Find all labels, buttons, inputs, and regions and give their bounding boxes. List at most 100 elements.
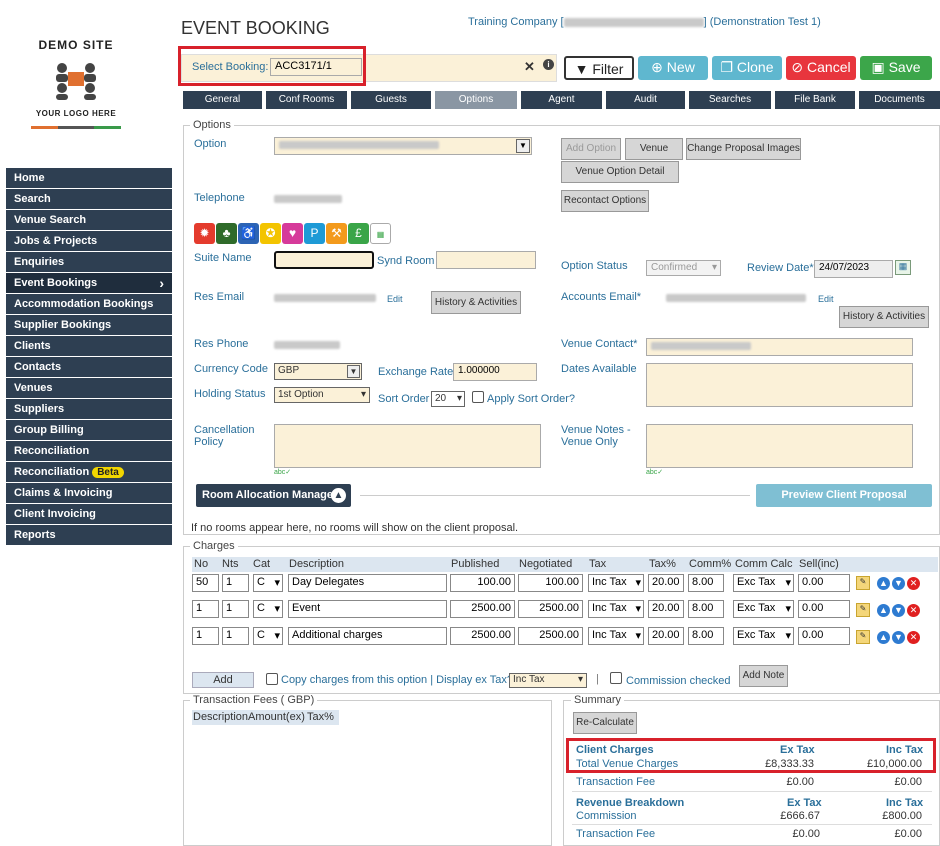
new-button[interactable]: ⊕ New <box>638 56 708 80</box>
move-down-icon[interactable]: ▼ <box>892 577 905 590</box>
venue-notes-textarea[interactable] <box>646 424 913 468</box>
tab-documents[interactable]: Documents <box>859 91 940 109</box>
spellcheck-icon[interactable]: abc✓ <box>274 468 291 476</box>
no-input[interactable]: 50 <box>192 574 219 592</box>
tab-agent[interactable]: Agent <box>521 91 602 109</box>
nts-input[interactable]: 1 <box>222 627 249 645</box>
sidebar-item-accommodation-bookings[interactable]: Accommodation Bookings <box>6 294 172 314</box>
tab-audit[interactable]: Audit <box>606 91 685 109</box>
comm-calc-select[interactable]: Exc Tax ▾ <box>733 600 794 618</box>
cat-select[interactable]: C ▾ <box>253 600 283 618</box>
currency-code-select[interactable]: GBP ▼ <box>274 363 362 380</box>
note-icon[interactable]: ✎ <box>856 630 870 644</box>
sidebar-item-supplier-bookings[interactable]: Supplier Bookings <box>6 315 172 335</box>
select-booking-input[interactable]: ACC3171/1 <box>270 58 362 76</box>
option-status-select[interactable]: Confirmed ▾ <box>646 260 721 276</box>
negotiated-input[interactable]: 2500.00 <box>518 600 583 618</box>
comm-calc-select[interactable]: Exc Tax ▾ <box>733 627 794 645</box>
move-up-icon[interactable]: ▲ <box>877 631 890 644</box>
move-up-icon[interactable]: ▲ <box>877 604 890 617</box>
tax-select[interactable]: Inc Tax ▾ <box>588 574 644 592</box>
history-activities-button-2[interactable]: History & Activities <box>839 306 929 328</box>
recalculate-button[interactable]: Re-Calculate <box>573 712 637 734</box>
holding-status-select[interactable]: 1st Option ▾ <box>274 387 370 403</box>
add-charge-button[interactable]: Add <box>192 672 254 688</box>
note-icon[interactable]: ✎ <box>856 603 870 617</box>
sidebar-item-reconciliation-beta[interactable]: Reconciliation Beta <box>6 462 172 482</box>
sidebar-item-jobs-projects[interactable]: Jobs & Projects <box>6 231 172 251</box>
sidebar-item-venues[interactable]: Venues <box>6 378 172 398</box>
venue-option-detail-button[interactable]: Venue Option Detail <box>561 161 679 183</box>
tab-file-bank[interactable]: File Bank <box>775 91 855 109</box>
negotiated-input[interactable]: 100.00 <box>518 574 583 592</box>
delete-icon[interactable]: ✕ <box>907 631 920 644</box>
clear-icon[interactable]: ✕ <box>524 59 535 75</box>
cancel-button[interactable]: ⊘ Cancel <box>786 56 856 80</box>
add-note-button[interactable]: Add Note <box>739 665 788 687</box>
sort-order-select[interactable]: 20 ▾ <box>431 391 465 407</box>
note-icon[interactable]: ✎ <box>856 576 870 590</box>
negotiated-input[interactable]: 2500.00 <box>518 627 583 645</box>
suite-name-input[interactable] <box>274 251 374 269</box>
delete-icon[interactable]: ✕ <box>907 577 920 590</box>
display-ex-tax-select[interactable]: Inc Tax ▾ <box>509 673 587 688</box>
calendar-icon[interactable]: ▦ <box>895 260 911 275</box>
delete-icon[interactable]: ✕ <box>907 604 920 617</box>
tab-searches[interactable]: Searches <box>689 91 771 109</box>
spellcheck-icon-2[interactable]: abc✓ <box>646 468 663 476</box>
recontact-options-button[interactable]: Recontact Options <box>561 190 649 212</box>
sidebar-item-enquiries[interactable]: Enquiries <box>6 252 172 272</box>
tax-select[interactable]: Inc Tax ▾ <box>588 627 644 645</box>
cat-select[interactable]: C ▾ <box>253 574 283 592</box>
description-input[interactable]: Additional charges <box>288 627 447 645</box>
published-input[interactable]: 100.00 <box>450 574 515 592</box>
move-up-icon[interactable]: ▲ <box>877 577 890 590</box>
sidebar-item-home[interactable]: Home <box>6 168 172 188</box>
tax-select[interactable]: Inc Tax ▾ <box>588 600 644 618</box>
sidebar-item-suppliers[interactable]: Suppliers <box>6 399 172 419</box>
save-button[interactable]: ▣ Save <box>860 56 932 80</box>
sidebar-item-reconciliation[interactable]: Reconciliation <box>6 441 172 461</box>
comm-input[interactable]: 8.00 <box>688 627 724 645</box>
tab-options[interactable]: Options <box>435 91 517 109</box>
sell-input[interactable]: 0.00 <box>798 600 850 618</box>
accounts-email-edit-link[interactable]: Edit <box>818 294 834 304</box>
description-input[interactable]: Day Delegates <box>288 574 447 592</box>
venue-contact-input[interactable] <box>646 338 913 356</box>
sell-input[interactable]: 0.00 <box>798 627 850 645</box>
move-down-icon[interactable]: ▼ <box>892 604 905 617</box>
change-proposal-images-button[interactable]: Change Proposal Images <box>686 138 801 160</box>
move-down-icon[interactable]: ▼ <box>892 631 905 644</box>
option-select[interactable]: ▼ <box>274 137 532 155</box>
sell-input[interactable]: 0.00 <box>798 574 850 592</box>
sidebar-item-clients[interactable]: Clients <box>6 336 172 356</box>
info-icon[interactable]: i <box>543 59 554 70</box>
published-input[interactable]: 2500.00 <box>450 600 515 618</box>
comm-calc-select[interactable]: Exc Tax ▾ <box>733 574 794 592</box>
sidebar-item-search[interactable]: Search <box>6 189 172 209</box>
history-activities-button[interactable]: History & Activities <box>431 291 521 314</box>
comm-input[interactable]: 8.00 <box>688 600 724 618</box>
tab-guests[interactable]: Guests <box>351 91 431 109</box>
sidebar-item-group-billing[interactable]: Group Billing <box>6 420 172 440</box>
venue-button[interactable]: Venue <box>625 138 683 160</box>
commission-checked-checkbox[interactable] <box>610 672 622 684</box>
no-input[interactable]: 1 <box>192 627 219 645</box>
taxpct-input[interactable]: 20.00 <box>648 600 684 618</box>
nts-input[interactable]: 1 <box>222 574 249 592</box>
published-input[interactable]: 2500.00 <box>450 627 515 645</box>
review-date-input[interactable]: 24/07/2023 <box>814 260 893 278</box>
dates-available-textarea[interactable] <box>646 363 913 407</box>
copy-charges-checkbox[interactable] <box>266 673 278 685</box>
preview-proposal-button[interactable]: Preview Client Proposal Document <box>756 484 932 524</box>
taxpct-input[interactable]: 20.00 <box>648 627 684 645</box>
apply-sort-checkbox[interactable] <box>472 391 484 403</box>
tab-conf-rooms[interactable]: Conf Rooms <box>266 91 347 109</box>
sidebar-item-client-invoicing[interactable]: Client Invoicing <box>6 504 172 524</box>
sidebar-item-claims-invoicing[interactable]: Claims & Invoicing <box>6 483 172 503</box>
cancellation-policy-textarea[interactable] <box>274 424 541 468</box>
room-allocation-manager-button[interactable]: Room Allocation Manager ▲ <box>196 484 351 507</box>
add-option-button[interactable]: Add Option <box>561 138 621 160</box>
sidebar-item-event-bookings[interactable]: Event Bookings › <box>6 273 172 293</box>
cat-select[interactable]: C ▾ <box>253 627 283 645</box>
